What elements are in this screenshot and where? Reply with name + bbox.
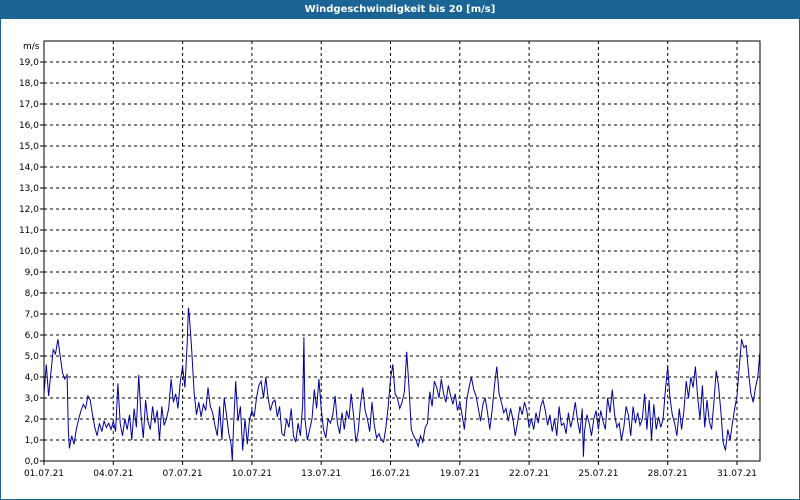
x-tick-label: 16.07.21: [370, 469, 410, 479]
y-tick-label: 7,0: [25, 310, 40, 320]
x-tick-label: 22.07.21: [509, 469, 549, 479]
y-axis-label: m/s: [23, 42, 40, 52]
y-tick-label: 1,0: [25, 436, 40, 446]
y-tick-label: 12,0: [19, 205, 39, 215]
x-tick-label: 01.07.21: [24, 469, 64, 479]
y-tick-label: 3,0: [25, 394, 40, 404]
y-tick-label: 6,0: [25, 331, 40, 341]
x-tick-label: 25.07.21: [578, 469, 618, 479]
y-tick-label: 15,0: [19, 142, 39, 152]
y-axis-ticks: 0,0 1,0 2,0 3,0 4,0 5,0 6,0 7,0 8,0 9,0 10,0 11,0 12…: [19, 58, 44, 467]
x-axis-ticks: 01.07.21 04.07.21 07.07.21 10.07.21 13.07.21…: [24, 461, 757, 479]
y-tick-label: 19,0: [19, 58, 39, 68]
y-tick-label: 8,0: [25, 289, 40, 299]
wind-speed-chart: m/s 0,0 1,0 2,0 3,0 4,0 5,0 6,0 7,0 8,0 9,0 10,0 11…: [19, 40, 761, 479]
y-tick-label: 11,0: [19, 226, 39, 236]
x-tick-label: 04.07.21: [93, 469, 133, 479]
y-tick-label: 9,0: [25, 268, 40, 278]
y-tick-label: 13,0: [19, 184, 39, 194]
y-tick-label: 16,0: [19, 121, 39, 131]
y-tick-label: 14,0: [19, 163, 39, 173]
x-tick-label: 28.07.21: [648, 469, 688, 479]
y-tick-label: 4,0: [25, 373, 40, 383]
x-tick-label: 13.07.21: [301, 469, 341, 479]
x-tick-label: 19.07.21: [440, 469, 480, 479]
y-tick-label: 5,0: [25, 352, 40, 362]
y-tick-label: 0,0: [25, 457, 40, 467]
y-tick-label: 2,0: [25, 415, 40, 425]
y-tick-label: 10,0: [19, 247, 39, 257]
y-tick-label: 18,0: [19, 79, 39, 89]
grid-lines: [44, 41, 760, 461]
x-tick-label: 31.07.21: [717, 469, 757, 479]
x-tick-label: 10.07.21: [232, 469, 272, 479]
x-tick-label: 07.07.21: [163, 469, 203, 479]
chart-window: Windgeschwindigkeit bis 20 [m/s] m/s 0,0…: [0, 0, 800, 500]
series-line: [43, 307, 761, 462]
y-tick-label: 17,0: [19, 100, 39, 110]
